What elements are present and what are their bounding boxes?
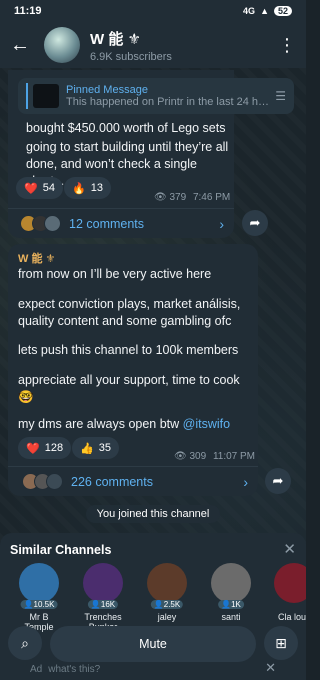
share-button[interactable]: ➦ bbox=[242, 210, 268, 236]
more-menu-icon[interactable]: ⋮ bbox=[278, 35, 296, 56]
subscriber-badge: 👤16K bbox=[87, 600, 119, 609]
reaction-count: 13 bbox=[90, 182, 103, 194]
post-paragraph: my dms are always open btw @itswifo bbox=[18, 416, 254, 433]
gift-button[interactable]: ⊞ bbox=[264, 626, 298, 660]
reaction-count: 54 bbox=[42, 182, 55, 194]
similar-channel-item[interactable]: 👤10.5K Mr B Temple bbox=[16, 563, 62, 632]
post-meta: 👁 309 11:07 PM bbox=[174, 451, 255, 462]
channel-title-box[interactable]: W 能 ⚜ 6.9K subscribers bbox=[90, 28, 172, 63]
pinned-indicator bbox=[26, 83, 28, 109]
similar-channel-item[interactable]: 👤16K Trenches Bunker bbox=[80, 563, 126, 632]
share-icon: ➦ bbox=[249, 215, 261, 230]
signal-icon: ▲ bbox=[260, 6, 269, 16]
status-bar: 11:19 4G ▲ 52 bbox=[0, 0, 306, 22]
dm-text: my dms are always open btw bbox=[18, 417, 180, 431]
reaction-heart[interactable]: ❤️ 54 bbox=[16, 177, 63, 199]
back-arrow-icon[interactable]: ← bbox=[10, 34, 40, 57]
pin-list-icon[interactable]: ☰ bbox=[275, 89, 286, 103]
signal-label: 4G bbox=[243, 6, 256, 16]
close-icon[interactable]: ✕ bbox=[265, 660, 276, 676]
chevron-right-icon: › bbox=[243, 473, 248, 490]
post-time: 7:46 PM bbox=[192, 192, 231, 203]
gift-icon: ⊞ bbox=[275, 634, 287, 651]
reaction-count: 128 bbox=[44, 442, 64, 454]
post-paragraph: expect conviction plays, market análisis… bbox=[18, 297, 241, 328]
comments-bar[interactable]: 226 comments › bbox=[8, 466, 258, 496]
subscriber-badge: 👤10.5K bbox=[20, 600, 58, 609]
post-author[interactable]: W 能 ⚜ bbox=[18, 250, 55, 266]
comments-bar[interactable]: 12 comments › bbox=[8, 208, 234, 238]
similar-channel-item[interactable]: 👤2.5K jaley bbox=[144, 563, 190, 632]
channel-avatar bbox=[274, 563, 306, 603]
similar-channel-item[interactable]: 👤1K santi bbox=[208, 563, 254, 632]
reaction-fire[interactable]: 🔥 13 bbox=[64, 177, 111, 199]
chat-header: ← W 能 ⚜ 6.9K subscribers ⋮ bbox=[0, 22, 306, 68]
similar-channel-item[interactable]: Cla lou bbox=[270, 563, 306, 632]
post-meta: 👁 379 7:46 PM bbox=[154, 192, 230, 203]
post-line: bought $450.000 worth of Lego sets bbox=[26, 121, 226, 135]
ad-label: Ad bbox=[30, 664, 43, 675]
post-paragraph: from now on I’ll be very active here bbox=[18, 267, 212, 281]
channel-avatar: 👤1K bbox=[211, 563, 251, 609]
subscriber-count: 6.9K subscribers bbox=[90, 50, 172, 63]
share-icon: ➦ bbox=[272, 473, 284, 488]
view-count: 379 bbox=[169, 192, 187, 203]
views-icon: 👁 bbox=[174, 451, 187, 462]
reaction-thumbs-up[interactable]: 👍 35 bbox=[72, 437, 119, 459]
heart-icon: ❤️ bbox=[24, 182, 38, 195]
joined-service-message: You joined this channel bbox=[86, 505, 220, 523]
avatar bbox=[46, 473, 63, 490]
similar-channels-title: Similar Channels bbox=[10, 543, 112, 557]
pinned-thumbnail bbox=[33, 84, 59, 108]
share-button[interactable]: ➦ bbox=[265, 468, 291, 494]
close-icon[interactable]: ✕ bbox=[283, 540, 296, 558]
reaction-heart[interactable]: ❤️ 128 bbox=[18, 437, 72, 459]
post-time: 11:07 PM bbox=[212, 451, 256, 462]
subscriber-badge: 👤2.5K bbox=[150, 600, 184, 609]
views-icon: 👁 bbox=[154, 192, 167, 203]
fire-icon: 🔥 bbox=[72, 182, 86, 195]
channel-avatar[interactable] bbox=[44, 27, 80, 63]
subscriber-badge: 👤1K bbox=[218, 600, 244, 609]
reaction-count: 35 bbox=[98, 442, 111, 454]
status-time: 11:19 bbox=[14, 5, 42, 17]
heart-icon: ❤️ bbox=[26, 442, 40, 455]
channel-avatar: 👤16K bbox=[83, 563, 123, 609]
comments-label: 12 comments bbox=[69, 216, 145, 231]
view-count: 309 bbox=[189, 451, 207, 462]
battery-level: 52 bbox=[273, 6, 292, 16]
chevron-right-icon: › bbox=[219, 215, 224, 232]
commenter-avatars bbox=[22, 473, 63, 490]
comments-label: 226 comments bbox=[71, 474, 153, 489]
channel-title: W 能 ⚜ bbox=[90, 30, 141, 48]
commenter-avatars bbox=[20, 215, 61, 232]
handle-link[interactable]: @itswifo bbox=[183, 417, 230, 431]
channel-avatar: 👤2.5K bbox=[147, 563, 187, 609]
mute-button[interactable]: Mute bbox=[50, 626, 256, 662]
ad-info-link[interactable]: what's this? bbox=[48, 664, 100, 675]
post-paragraph: appreciate all your support, time to coo… bbox=[18, 373, 240, 404]
avatar bbox=[44, 215, 61, 232]
search-icon: ⌕ bbox=[21, 634, 29, 651]
search-button[interactable]: ⌕ bbox=[8, 626, 42, 660]
post-paragraph: lets push this channel to 100k members bbox=[18, 343, 239, 357]
channel-avatar: 👤10.5K bbox=[19, 563, 59, 609]
sponsored-row[interactable]: Ad what's this? bbox=[30, 664, 100, 675]
pinned-preview: This happened on Printr in the last 24 h… bbox=[66, 96, 272, 108]
pinned-message-bar[interactable]: Pinned Message This happened on Printr i… bbox=[18, 78, 294, 114]
bottom-bar: ⌕ Mute ⊞ Ad what's this? ✕ bbox=[0, 624, 306, 680]
pinned-title: Pinned Message bbox=[66, 84, 148, 96]
thumbs-up-icon: 👍 bbox=[80, 442, 94, 455]
